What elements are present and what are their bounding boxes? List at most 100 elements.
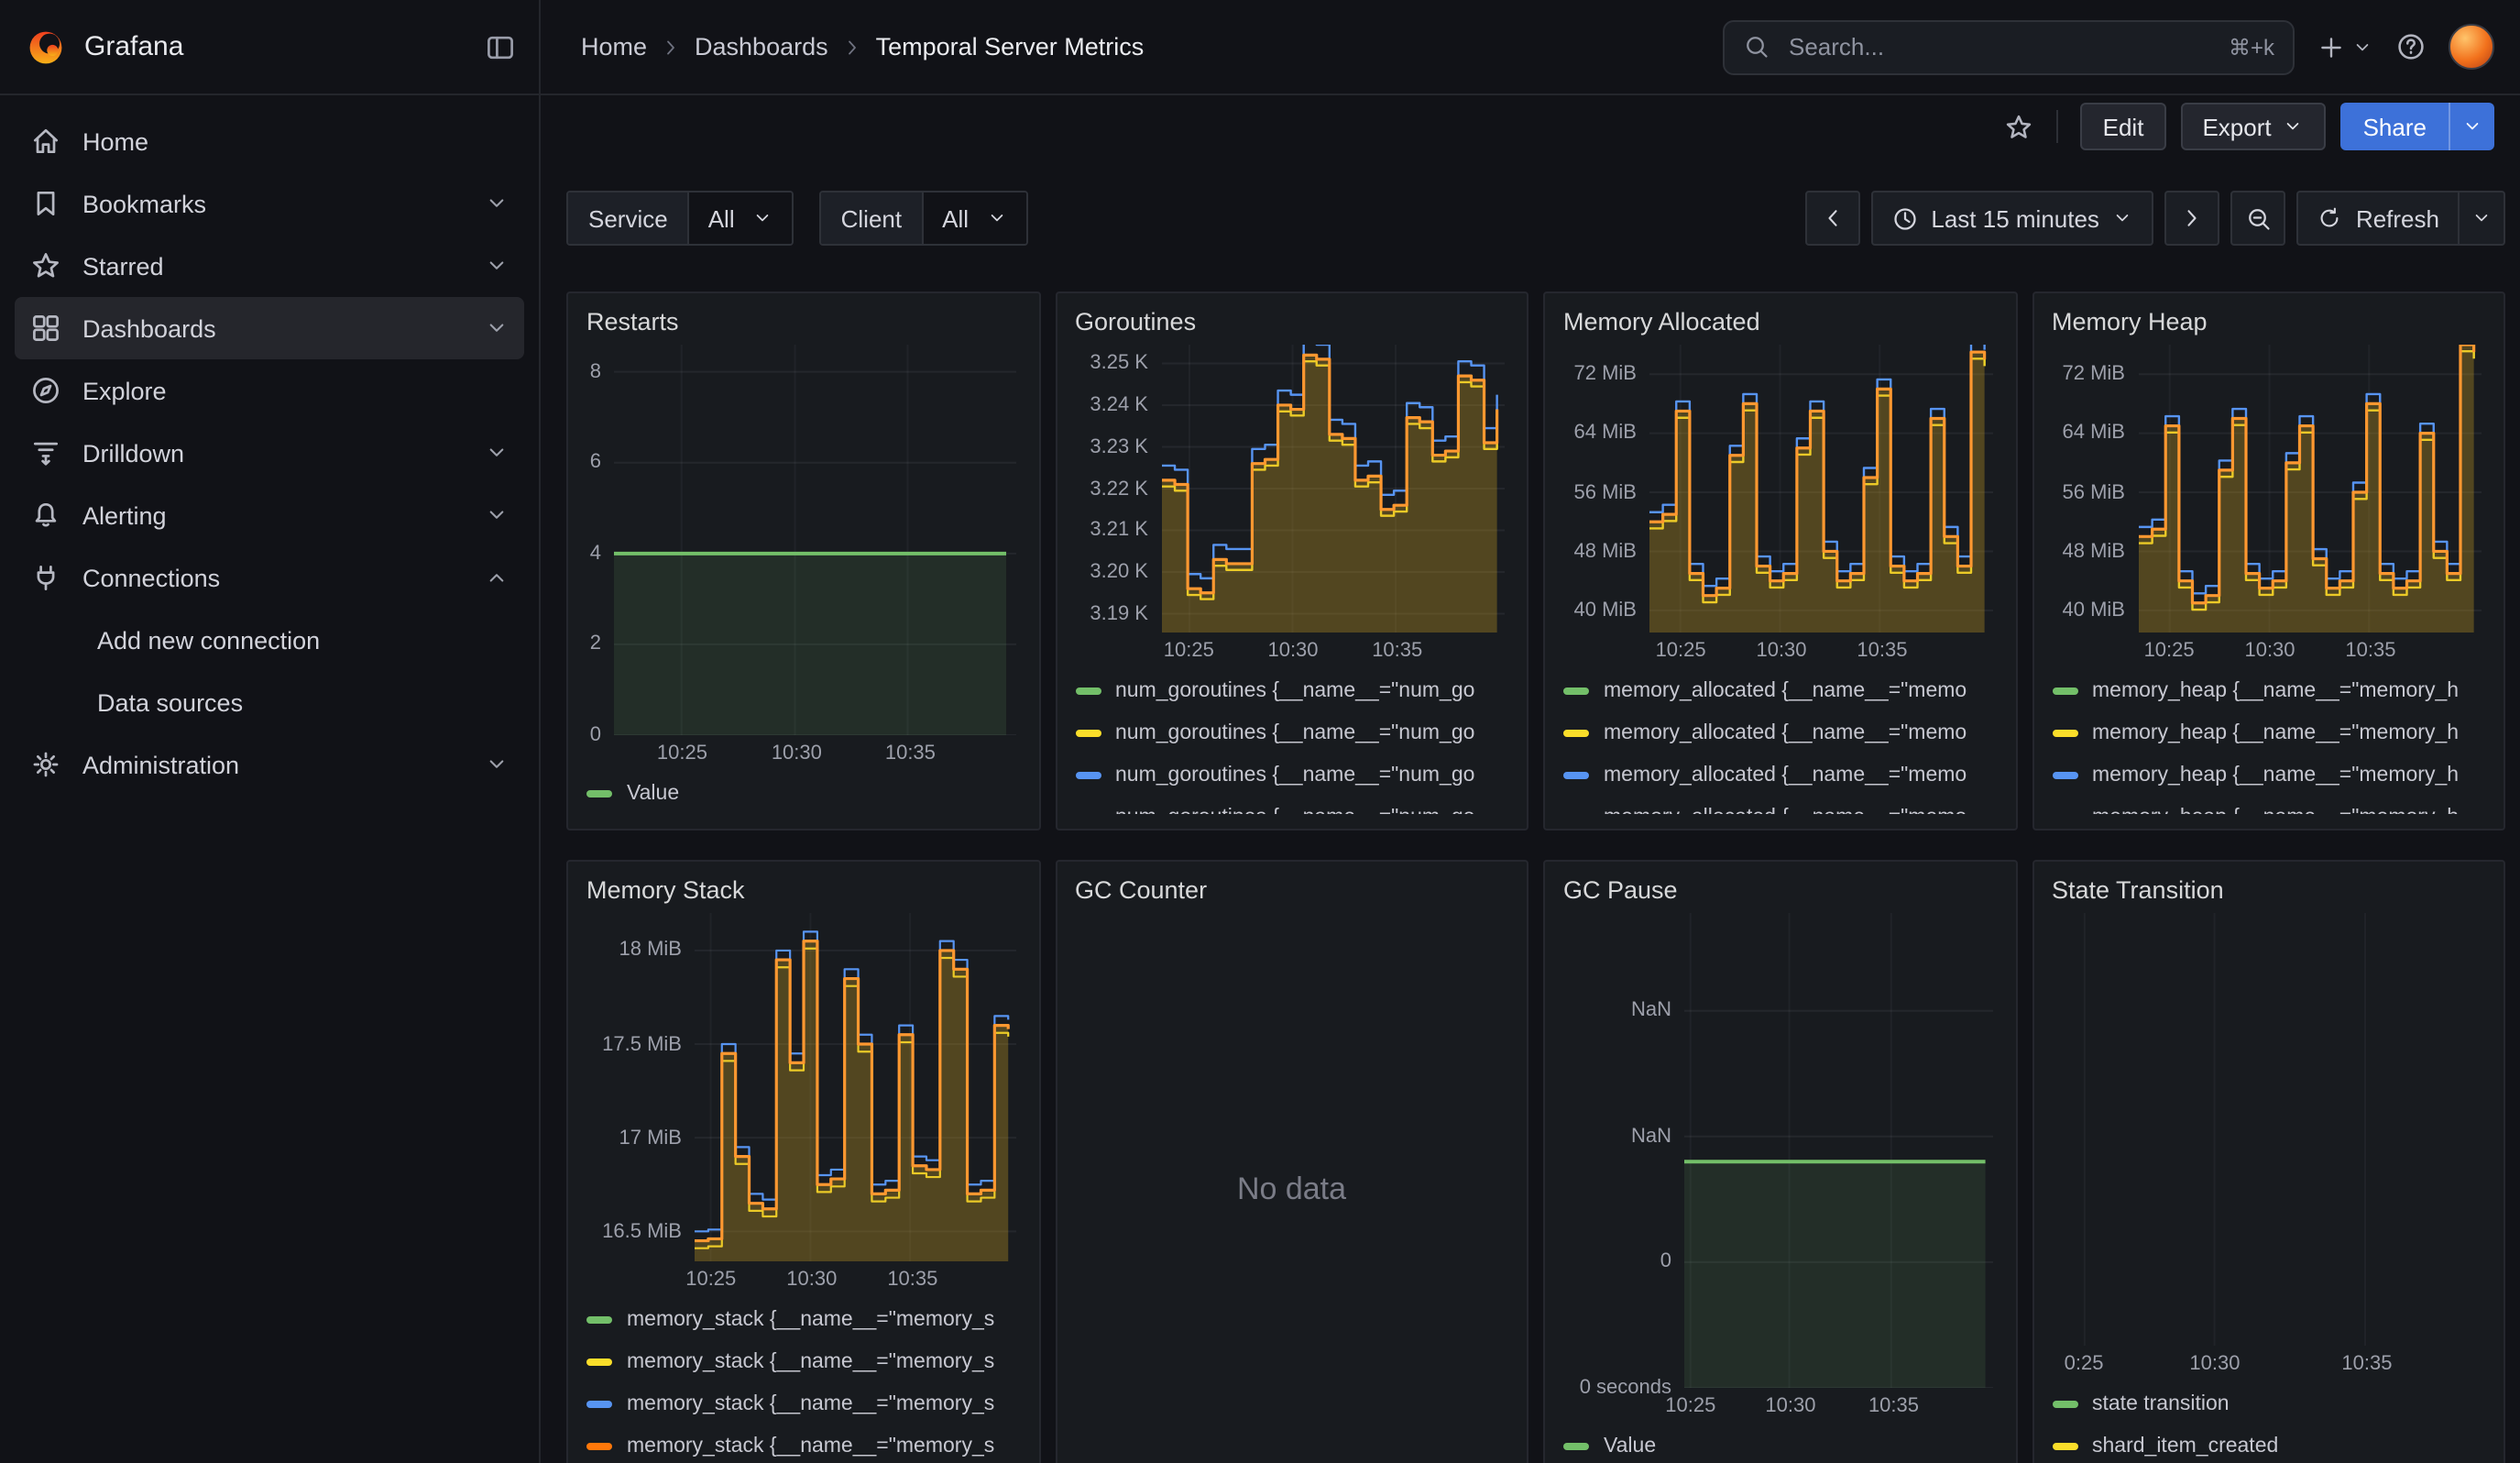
panel-title[interactable]: Restarts <box>586 304 1020 345</box>
legend-item[interactable]: memory_allocated {__name__="memo <box>1563 796 1997 814</box>
favorite-button[interactable] <box>2004 111 2035 142</box>
edit-button[interactable]: Edit <box>2081 103 2166 150</box>
legend-item[interactable]: num_goroutines {__name__="num_go <box>1075 711 1508 754</box>
help-button[interactable] <box>2395 31 2427 62</box>
plot-area[interactable] <box>2063 913 2482 1346</box>
sidebar-item-add-new-connection[interactable]: Add new connection <box>15 609 524 671</box>
chevron-down-wrap <box>484 502 509 528</box>
breadcrumb-item-dashboards[interactable]: Dashboards <box>695 33 828 60</box>
share-menu-button[interactable] <box>2449 103 2494 150</box>
panel-title[interactable]: Memory Stack <box>586 873 1020 913</box>
plot-area[interactable] <box>2138 345 2482 632</box>
sidebar-item-home[interactable]: Home <box>15 110 524 172</box>
grafana-logo[interactable] <box>26 27 66 67</box>
panel-title[interactable]: State Transition <box>2052 873 2485 913</box>
time-range-button[interactable]: Last 15 minutes <box>1870 191 2154 246</box>
client-variable-select[interactable]: All <box>922 192 1025 244</box>
y-axis: 72 MiB64 MiB56 MiB48 MiB40 MiB <box>2052 345 2138 632</box>
sidebar-item-alerting[interactable]: Alerting <box>15 484 524 546</box>
avatar[interactable] <box>2449 24 2494 70</box>
legend-item[interactable]: num_goroutines {__name__="num_go <box>1075 796 1508 814</box>
legend-item[interactable]: memory_stack {__name__="memory_s <box>586 1382 1020 1424</box>
x-tick-label: 10:30 <box>772 742 822 764</box>
x-tick-label: 10:35 <box>885 742 936 764</box>
search-icon <box>1743 33 1770 60</box>
legend-item[interactable]: shard_item_created <box>2052 1424 2485 1463</box>
legend-item[interactable]: memory_stack {__name__="memory_s <box>586 1340 1020 1382</box>
chev-left-icon <box>1819 205 1845 231</box>
legend-series-color <box>586 789 612 797</box>
search-box[interactable]: ⌘+k <box>1723 19 2295 74</box>
sidebar-item-label: Connections <box>82 564 220 591</box>
sidebar-item-starred[interactable]: Starred <box>15 235 524 297</box>
legend-item[interactable]: memory_heap {__name__="memory_h <box>2052 754 2485 796</box>
legend-item[interactable]: num_goroutines {__name__="num_go <box>1075 669 1508 711</box>
time-back-button[interactable] <box>1804 191 1859 246</box>
share-button[interactable]: Share <box>2341 103 2449 150</box>
breadcrumb-item-home[interactable]: Home <box>581 33 647 60</box>
x-tick-label: 10:30 <box>786 1269 837 1291</box>
legend-item[interactable]: memory_stack {__name__="memory_s <box>586 1298 1020 1340</box>
refresh-button[interactable]: Refresh <box>2297 191 2460 246</box>
panel-restarts: Restarts8642010:2510:3010:35Value <box>566 292 1040 830</box>
plot-area[interactable] <box>1649 345 1993 632</box>
legend-item[interactable]: memory_heap {__name__="memory_h <box>2052 796 2485 814</box>
sidebar-item-label: Administration <box>82 751 239 778</box>
search-input[interactable] <box>1785 31 2214 62</box>
plot-area[interactable] <box>1161 345 1505 632</box>
bell-icon <box>29 499 62 532</box>
zoom-out-icon <box>2245 204 2273 232</box>
zoom-out-button[interactable] <box>2231 191 2286 246</box>
legend-item[interactable]: Value <box>586 772 1020 814</box>
sidebar-item-drilldown[interactable]: Drilldown <box>15 422 524 484</box>
legend-series-color <box>586 1358 612 1365</box>
sidebar-item-explore[interactable]: Explore <box>15 359 524 422</box>
toggle-sidebar-button[interactable] <box>484 30 517 63</box>
refresh-interval-button[interactable] <box>2458 191 2505 246</box>
export-button[interactable]: Export <box>2180 103 2326 150</box>
plot-area[interactable] <box>695 913 1016 1261</box>
x-axis: 10:2510:3010:35 <box>2138 632 2485 664</box>
y-tick-label: 18 MiB <box>619 940 683 962</box>
plot-area[interactable] <box>1684 913 1993 1388</box>
legend-series-color <box>586 1315 612 1323</box>
legend-series-label: memory_stack {__name__="memory_s <box>627 1308 994 1330</box>
legend-item[interactable]: memory_heap {__name__="memory_h <box>2052 711 2485 754</box>
y-tick-label: 3.21 K <box>1090 520 1148 542</box>
y-tick-label: 40 MiB <box>2063 600 2126 622</box>
time-forward-button[interactable] <box>2165 191 2220 246</box>
legend-series-label: num_goroutines {__name__="num_go <box>1115 721 1474 743</box>
panel-title[interactable]: GC Counter <box>1075 873 1508 913</box>
legend-item[interactable]: state transition <box>2052 1382 2485 1424</box>
legend-series-label: memory_stack {__name__="memory_s <box>627 1350 994 1372</box>
gear-icon-wrap <box>29 748 62 781</box>
legend-series-color <box>2052 813 2077 814</box>
legend-series-color <box>1563 729 1589 736</box>
panel-title[interactable]: Goroutines <box>1075 304 1508 345</box>
legend-item[interactable]: Value <box>1563 1424 1997 1463</box>
legend-item[interactable]: memory_allocated {__name__="memo <box>1563 669 1997 711</box>
sidebar-item-administration[interactable]: Administration <box>15 733 524 796</box>
add-button[interactable] <box>2317 32 2373 61</box>
service-variable-select[interactable]: All <box>688 192 792 244</box>
legend-item[interactable]: num_goroutines {__name__="num_go <box>1075 754 1508 796</box>
panel-title[interactable]: Memory Allocated <box>1563 304 1997 345</box>
panel-title[interactable]: Memory Heap <box>2052 304 2485 345</box>
legend-item[interactable]: memory_allocated {__name__="memo <box>1563 711 1997 754</box>
y-tick-label: 3.24 K <box>1090 394 1148 416</box>
plot-area[interactable] <box>614 345 1016 735</box>
y-tick-label: 40 MiB <box>1574 600 1638 622</box>
sidebar-item-connections[interactable]: Connections <box>15 546 524 609</box>
legend-item[interactable]: memory_allocated {__name__="memo <box>1563 754 1997 796</box>
panel-title[interactable]: GC Pause <box>1563 873 1997 913</box>
legend-item[interactable]: memory_heap {__name__="memory_h <box>2052 669 2485 711</box>
y-tick-label: NaN <box>1631 1000 1671 1022</box>
legend-item[interactable]: memory_stack {__name__="memory_s <box>586 1424 1020 1463</box>
sidebar-item-dashboards[interactable]: Dashboards <box>15 297 524 359</box>
sidebar-item-bookmarks[interactable]: Bookmarks <box>15 172 524 235</box>
y-axis: 72 MiB64 MiB56 MiB48 MiB40 MiB <box>1563 345 1649 632</box>
sidebar-item-data-sources[interactable]: Data sources <box>15 671 524 733</box>
grafana-logo-icon <box>26 27 66 67</box>
y-tick-label: 16.5 MiB <box>602 1220 682 1242</box>
home-icon-wrap <box>29 125 62 158</box>
